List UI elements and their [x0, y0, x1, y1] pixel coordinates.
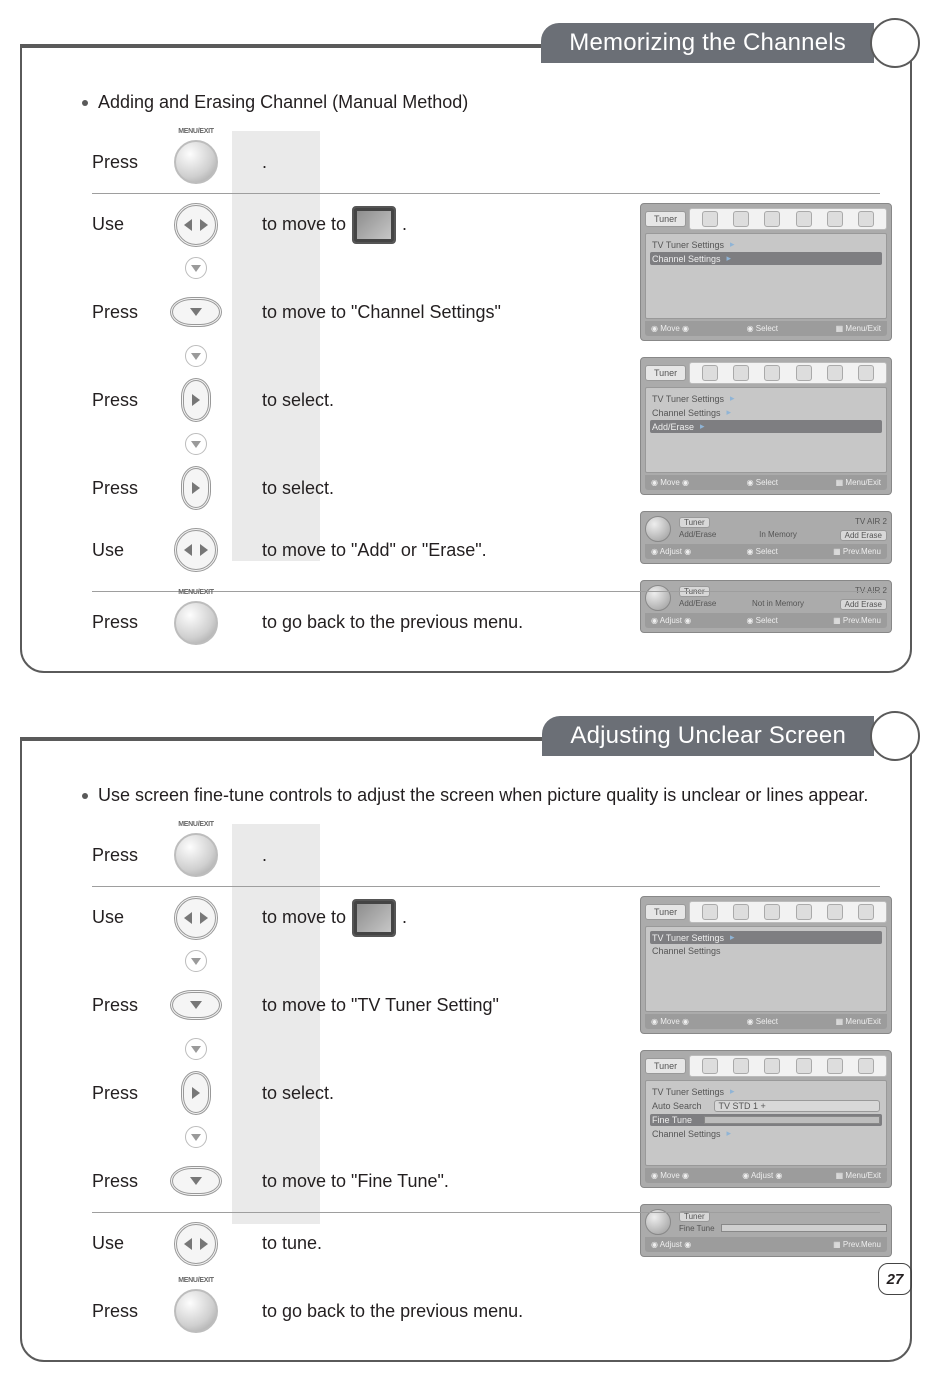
step-description: to select.: [262, 390, 334, 411]
step-verb: Press: [92, 152, 152, 173]
menu-exit-button-icon: MENU/EXIT: [174, 1289, 218, 1333]
tuner-menu-icon: [352, 899, 396, 937]
step-description: to move to "Add" or "Erase".: [262, 540, 487, 561]
step-verb: Press: [92, 1171, 152, 1192]
left-right-button-icon: [174, 896, 218, 940]
step-verb: Use: [92, 1233, 152, 1254]
step-row: Press MENU/EXIT .: [92, 131, 880, 193]
section-header-title: Adjusting Unclear Screen: [542, 716, 874, 756]
step-verb: Use: [92, 214, 152, 235]
step-description: to select.: [262, 478, 334, 499]
flow-arrow-down-icon: [185, 1038, 207, 1060]
section-header: Memorizing the Channels: [541, 18, 920, 68]
header-ornament-circle: [870, 18, 920, 68]
tuner-menu-icon: [352, 206, 396, 244]
flow-arrow-down-icon: [185, 950, 207, 972]
step-description: .: [262, 845, 267, 866]
step-verb: Press: [92, 845, 152, 866]
right-button-icon: [181, 1071, 211, 1115]
section-header-title: Memorizing the Channels: [541, 23, 874, 63]
step-verb: Press: [92, 1301, 152, 1322]
right-button-icon: [181, 378, 211, 422]
flow-arrow-down-icon: [185, 1126, 207, 1148]
menu-exit-button-icon: MENU/EXIT: [174, 601, 218, 645]
step-description: to select.: [262, 1083, 334, 1104]
down-button-icon: [170, 1166, 222, 1196]
step-verb: Press: [92, 1083, 152, 1104]
menu-exit-button-icon: MENU/EXIT: [174, 833, 218, 877]
right-button-icon: [181, 466, 211, 510]
step-description: to move to "Fine Tune".: [262, 1171, 449, 1192]
step-verb: Press: [92, 995, 152, 1016]
section-unclear-screen: Adjusting Unclear Screen Use screen fine…: [20, 737, 912, 1362]
step-description: to tune.: [262, 1233, 322, 1254]
header-ornament-circle: [870, 711, 920, 761]
steps-list: Press MENU/EXIT . Use to move to . Press…: [92, 824, 880, 1342]
step-verb: Use: [92, 907, 152, 928]
step-verb: Use: [92, 540, 152, 561]
left-right-button-icon: [174, 203, 218, 247]
step-description: to go back to the previous menu.: [262, 612, 523, 633]
step-description: to move to .: [262, 206, 407, 244]
page-number: 27: [878, 1263, 912, 1295]
section-subtitle: Adding and Erasing Channel (Manual Metho…: [82, 92, 880, 113]
step-verb: Press: [92, 302, 152, 323]
step-verb: Press: [92, 612, 152, 633]
step-description: to move to .: [262, 899, 407, 937]
section-header: Adjusting Unclear Screen: [542, 711, 920, 761]
flow-arrow-down-icon: [185, 345, 207, 367]
step-description: to move to "TV Tuner Setting": [262, 995, 499, 1016]
step-description: to move to "Channel Settings": [262, 302, 501, 323]
down-button-icon: [170, 990, 222, 1020]
left-right-button-icon: [174, 528, 218, 572]
step-verb: Press: [92, 478, 152, 499]
left-right-button-icon: [174, 1222, 218, 1266]
down-button-icon: [170, 297, 222, 327]
flow-arrow-down-icon: [185, 257, 207, 279]
steps-list: Press MENU/EXIT . Use to move to . Press…: [92, 131, 880, 653]
step-description: to go back to the previous menu.: [262, 1301, 523, 1322]
section-memorizing: Memorizing the Channels Adding and Erasi…: [20, 44, 912, 673]
step-description: .: [262, 152, 267, 173]
flow-arrow-down-icon: [185, 433, 207, 455]
menu-exit-button-icon: MENU/EXIT: [174, 140, 218, 184]
step-verb: Press: [92, 390, 152, 411]
section-subtitle: Use screen fine-tune controls to adjust …: [82, 785, 880, 806]
